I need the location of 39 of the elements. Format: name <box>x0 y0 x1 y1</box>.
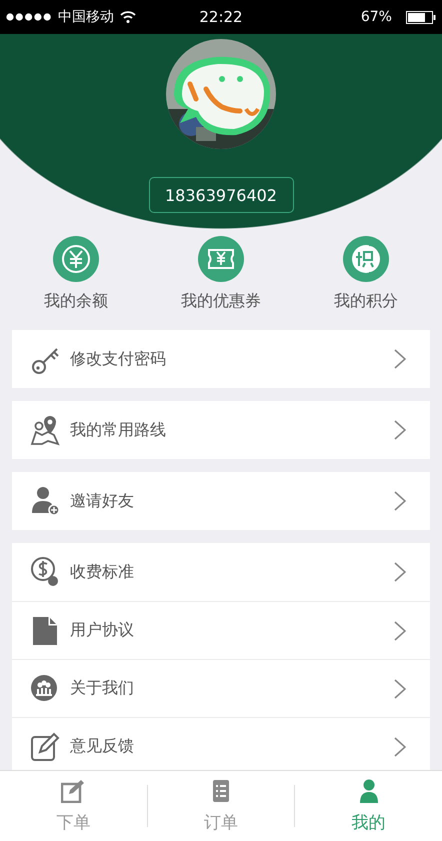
menu-item[interactable]: 邀请好友 <box>12 472 430 530</box>
chevron-right-icon <box>394 349 406 369</box>
chevron-right-icon <box>394 736 406 756</box>
wifi-icon <box>120 11 136 23</box>
quick-link[interactable]: 我的积分 <box>334 291 398 312</box>
quick-link[interactable]: 我的优惠券 <box>181 291 261 312</box>
menu-label: 修改支付密码 <box>70 348 167 370</box>
battery-percent: 67% <box>360 9 392 25</box>
menu-label: 收费标准 <box>70 562 135 582</box>
menu-item[interactable]: 修改支付密码 <box>12 330 430 388</box>
phone-number: 18363976402 <box>148 177 294 213</box>
menu-item[interactable]: 收费标准 <box>12 543 430 601</box>
chevron-right-icon <box>394 562 406 582</box>
menu-label: 关于我们 <box>70 678 135 699</box>
chevron-right-icon <box>394 420 406 440</box>
menu-item[interactable]: 我的常用路线 <box>12 401 430 459</box>
battery-icon <box>406 10 436 24</box>
coupon-icon <box>198 236 244 282</box>
dollar-coin-icon <box>30 556 60 588</box>
map-pin-icon <box>30 414 60 446</box>
menu-item[interactable]: 关于我们 <box>12 659 430 717</box>
clock-time: 22:22 <box>199 8 243 26</box>
signal-icon <box>6 13 52 21</box>
points-icon <box>343 236 389 282</box>
menu-label: 意见反馈 <box>70 736 135 757</box>
menu-label: 邀请好友 <box>70 490 135 512</box>
yuan-coin-icon <box>53 236 99 282</box>
add-user-icon <box>30 485 60 517</box>
carrier-name: 中国移动 <box>58 8 114 26</box>
menu-label: 用户协议 <box>70 620 135 641</box>
chevron-right-icon <box>394 678 406 698</box>
edit-icon <box>61 778 86 802</box>
chevron-right-icon <box>394 491 406 511</box>
edit-icon <box>30 730 60 762</box>
menu-item[interactable]: 用户协议 <box>12 601 430 659</box>
chevron-right-icon <box>394 620 406 640</box>
menu-label: 我的常用路线 <box>70 420 167 440</box>
quick-link[interactable]: 我的余额 <box>44 291 108 312</box>
document-icon <box>30 614 60 646</box>
